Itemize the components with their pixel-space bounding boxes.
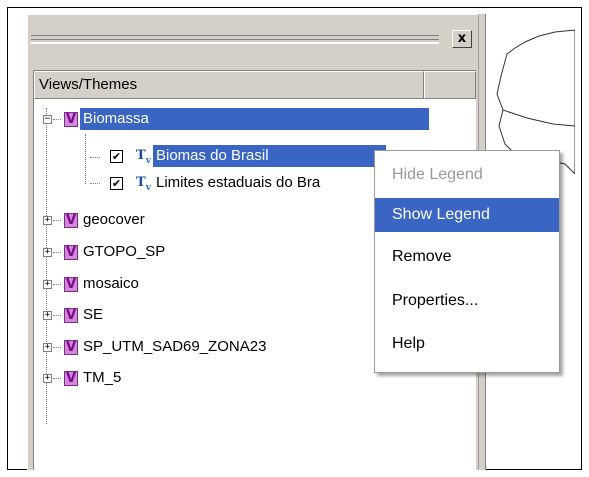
menu-item-hide-legend[interactable]: Hide Legend xyxy=(375,158,559,192)
collapse-icon[interactable]: − xyxy=(43,115,52,124)
view-icon: V xyxy=(64,245,78,260)
menu-item-remove[interactable]: Remove xyxy=(375,240,559,274)
tree-row-tm-5[interactable]: + V TM_5 xyxy=(43,367,243,389)
tree-item-label: SE xyxy=(83,306,104,323)
theme-icon: Tv xyxy=(136,148,151,166)
expand-icon[interactable]: + xyxy=(43,343,52,352)
tree-line xyxy=(90,157,100,159)
tree-row-limites-estaduais[interactable]: ✔ Tv Limites estaduais do Bra xyxy=(100,172,380,194)
panel-grip-line xyxy=(31,39,439,44)
tree-row-se[interactable]: + V SE xyxy=(43,304,243,326)
view-icon: V xyxy=(64,213,78,228)
view-icon: V xyxy=(64,308,78,323)
close-panel-button[interactable]: x xyxy=(452,30,472,48)
expand-icon[interactable]: + xyxy=(43,280,52,289)
menu-item-show-legend[interactable]: Show Legend xyxy=(375,198,559,232)
tree-row-mosaico[interactable]: + V mosaico xyxy=(43,273,243,295)
tree-line xyxy=(85,134,87,184)
tree-line xyxy=(53,252,61,254)
menu-item-help[interactable]: Help xyxy=(375,327,559,361)
menu-item-properties[interactable]: Properties... xyxy=(375,284,559,318)
context-menu: Hide Legend Show Legend Remove Propertie… xyxy=(374,150,560,373)
expand-icon[interactable]: + xyxy=(43,374,52,383)
tree-row-biomassa[interactable]: − V Biomassa xyxy=(43,108,443,130)
tree-item-label: TM_5 xyxy=(83,369,122,386)
theme-icon: Tv xyxy=(136,175,151,193)
checkbox-icon[interactable]: ✔ xyxy=(110,150,123,163)
tree-row-biomas-do-brasil[interactable]: ✔ Tv Biomas do Brasil xyxy=(100,145,386,167)
tree-line xyxy=(53,315,61,317)
tree-line xyxy=(90,183,100,185)
tree-line xyxy=(53,119,61,121)
tree-line xyxy=(53,347,61,349)
tree-item-label: Limites estaduais do Bra xyxy=(156,174,321,191)
tree-row-sp-utm-sad69-zona23[interactable]: + V SP_UTM_SAD69_ZONA23 xyxy=(43,336,343,358)
column-header-blank[interactable] xyxy=(424,71,476,99)
checkbox-icon[interactable]: ✔ xyxy=(110,177,123,190)
view-icon: V xyxy=(64,371,78,386)
tree-line xyxy=(53,220,61,222)
tree-item-label: mosaico xyxy=(83,275,139,292)
view-icon: V xyxy=(64,277,78,292)
tree-line xyxy=(53,378,61,380)
expand-icon[interactable]: + xyxy=(43,311,52,320)
tree-item-label: geocover xyxy=(83,211,145,228)
column-header-views-themes[interactable]: Views/Themes xyxy=(34,71,424,99)
tree-line xyxy=(53,284,61,286)
tree-item-label: Biomassa xyxy=(80,108,429,130)
tree-row-gtopo-sp[interactable]: + V GTOPO_SP xyxy=(43,241,243,263)
tree-item-label: SP_UTM_SAD69_ZONA23 xyxy=(83,338,267,355)
tree-item-label: Biomas do Brasil xyxy=(153,145,386,167)
view-icon: V xyxy=(64,112,78,127)
tree-row-geocover[interactable]: + V geocover xyxy=(43,209,243,231)
expand-icon[interactable]: + xyxy=(43,248,52,257)
view-icon: V xyxy=(64,340,78,355)
tree-item-label: GTOPO_SP xyxy=(83,243,166,260)
expand-icon[interactable]: + xyxy=(43,216,52,225)
